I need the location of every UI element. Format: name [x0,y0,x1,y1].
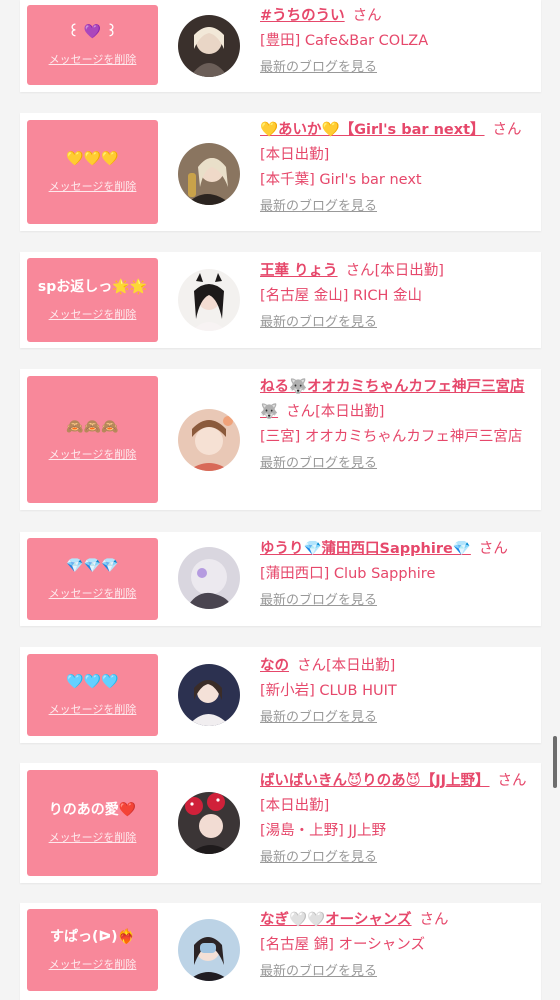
honorific: さん [286,404,316,420]
message-text: 🙈🙈🙈 [66,418,119,435]
message-text: ꒰ 💜 ꒱ [67,24,118,40]
delete-message-link[interactable]: メッセージを削除 [49,958,137,972]
work-status: [本日出勤] [260,798,330,814]
delete-message-link[interactable]: メッセージを削除 [49,448,137,462]
honorific: さん [419,912,449,928]
scrollbar[interactable] [553,736,557,788]
latest-blog-link[interactable]: 最新のブログを見る [260,591,377,611]
shop-info: [三宮] オオカミちゃんカフェ神戸三宮店 [260,429,523,445]
message-box: 💎💎💎 メッセージを削除 [27,538,158,620]
work-status: [本日出勤] [315,404,385,420]
shop-info: [蒲田西口] Club Sapphire [260,566,436,582]
list-item: 💛💛💛 メッセージを削除 💛あいか💛【Girl's bar next】 さん [本… [20,113,541,231]
delete-message-link[interactable]: メッセージを削除 [49,180,137,194]
message-box: 💛💛💛 メッセージを削除 [27,120,158,224]
message-text: すぱっ(ᐅ)❤️‍🔥 [50,929,135,945]
shop-info: [湯島・上野] JJ上野 [260,823,386,839]
latest-blog-link[interactable]: 最新のブログを見る [260,313,377,333]
cast-name-link[interactable]: 💛あいか💛【Girl's bar next】 [260,122,485,138]
delete-message-link[interactable]: メッセージを削除 [49,308,137,322]
work-status: [本日出勤] [326,658,396,674]
honorific: さん [352,8,382,24]
latest-blog-link[interactable]: 最新のブログを見る [260,962,377,982]
cast-name-link[interactable]: #うちのうい [260,8,345,24]
honorific: さん [297,658,326,674]
shop-info: [名古屋 錦] オーシャンズ [260,937,425,953]
list-item: ꒰ 💜 ꒱ メッセージを削除 #うちのうい さん [豊田] Cafe&Bar CO… [20,0,541,92]
avatar[interactable] [178,143,240,205]
list-item: りのあの愛❤️ メッセージを削除 ばいばいきん😈りのあ😈【JJ上野】 さん [本日出… [20,763,541,883]
message-text: りのあの愛❤️ [48,802,137,818]
latest-blog-link[interactable]: 最新のブログを見る [260,708,377,728]
cast-info: ゆうり💎蒲田西口Sapphire💎 さん [蒲田西口] Club Sapphire… [260,537,538,611]
cast-info: 王華 りょう さん[本日出勤] [名古屋 金山] RICH 金山 最新のブログを見… [260,259,538,333]
delete-message-link[interactable]: メッセージを削除 [49,53,137,67]
latest-blog-link[interactable]: 最新のブログを見る [260,58,377,78]
message-box: すぱっ(ᐅ)❤️‍🔥 メッセージを削除 [27,909,158,991]
shop-info: [新小岩] CLUB HUIT [260,683,397,699]
cast-info: ねる🐺オオカミちゃんカフェ神戸三宮店🐺 さん[本日出勤] [三宮] オオカミちゃん… [260,375,538,474]
shop-info: [豊田] Cafe&Bar COLZA [260,33,429,49]
message-box: spお返しっ🌟🌟 メッセージを削除 [27,258,158,342]
cast-info: なの さん[本日出勤] [新小岩] CLUB HUIT 最新のブログを見る [260,654,538,728]
work-status: [本日出勤] [374,263,444,279]
delete-message-link[interactable]: メッセージを削除 [49,831,137,845]
message-box: 🙈🙈🙈 メッセージを削除 [27,376,158,503]
delete-message-link[interactable]: メッセージを削除 [49,703,137,717]
cast-name-link[interactable]: ばいばいきん😈りのあ😈【JJ上野】 [260,773,490,789]
message-box: 🩵🩵🩵 メッセージを削除 [27,654,158,736]
message-text: spお返しっ🌟🌟 [37,279,148,295]
avatar[interactable] [178,409,240,471]
cast-info: なぎ🤍🤍オーシャンズ さん [名古屋 錦] オーシャンズ 最新のブログを見る [260,908,538,982]
work-status: [本日出勤] [260,147,330,163]
latest-blog-link[interactable]: 最新のブログを見る [260,197,377,217]
message-text: 💎💎💎 [66,558,119,574]
list-item: spお返しっ🌟🌟 メッセージを削除 王華 りょう さん[本日出勤] [名古屋 金山… [20,252,541,348]
list-item: すぱっ(ᐅ)❤️‍🔥 メッセージを削除 なぎ🤍🤍オーシャンズ さん [名古屋 錦]… [20,903,541,1000]
latest-blog-link[interactable]: 最新のブログを見る [260,848,377,868]
delete-message-link[interactable]: メッセージを削除 [49,587,137,601]
avatar[interactable] [178,919,240,981]
avatar[interactable] [178,792,240,854]
cast-info: ばいばいきん😈りのあ😈【JJ上野】 さん [本日出勤] [湯島・上野] JJ上野 最… [260,769,538,868]
cast-info: #うちのうい さん [豊田] Cafe&Bar COLZA 最新のブログを見る [260,4,538,78]
list-item: 🙈🙈🙈 メッセージを削除 ねる🐺オオカミちゃんカフェ神戸三宮店🐺 さん[本日出勤]… [20,369,541,510]
message-text: 🩵🩵🩵 [66,674,119,690]
cast-info: 💛あいか💛【Girl's bar next】 さん [本日出勤] [本千葉] Gi… [260,118,538,217]
honorific: さん [345,263,375,279]
avatar[interactable] [178,15,240,77]
cast-name-link[interactable]: なぎ🤍🤍オーシャンズ [260,912,412,928]
avatar[interactable] [178,269,240,331]
message-text: 💛💛💛 [66,151,119,167]
message-box: りのあの愛❤️ メッセージを削除 [27,770,158,876]
avatar[interactable] [178,664,240,726]
avatar[interactable] [178,547,240,609]
cast-name-link[interactable]: ゆうり💎蒲田西口Sapphire💎 [260,541,471,557]
cast-name-link[interactable]: なの [260,658,289,674]
list-item: 💎💎💎 メッセージを削除 ゆうり💎蒲田西口Sapphire💎 さん [蒲田西口] … [20,532,541,626]
list-item: 🩵🩵🩵 メッセージを削除 なの さん[本日出勤] [新小岩] CLUB HUIT … [20,647,541,743]
latest-blog-link[interactable]: 最新のブログを見る [260,454,377,474]
honorific: さん [497,773,527,789]
honorific: さん [478,541,508,557]
shop-info: [本千葉] Girl's bar next [260,172,422,188]
honorific: さん [492,122,522,138]
shop-info: [名古屋 金山] RICH 金山 [260,288,423,304]
message-box: ꒰ 💜 ꒱ メッセージを削除 [27,5,158,85]
cast-name-link[interactable]: 王華 りょう [260,263,338,279]
